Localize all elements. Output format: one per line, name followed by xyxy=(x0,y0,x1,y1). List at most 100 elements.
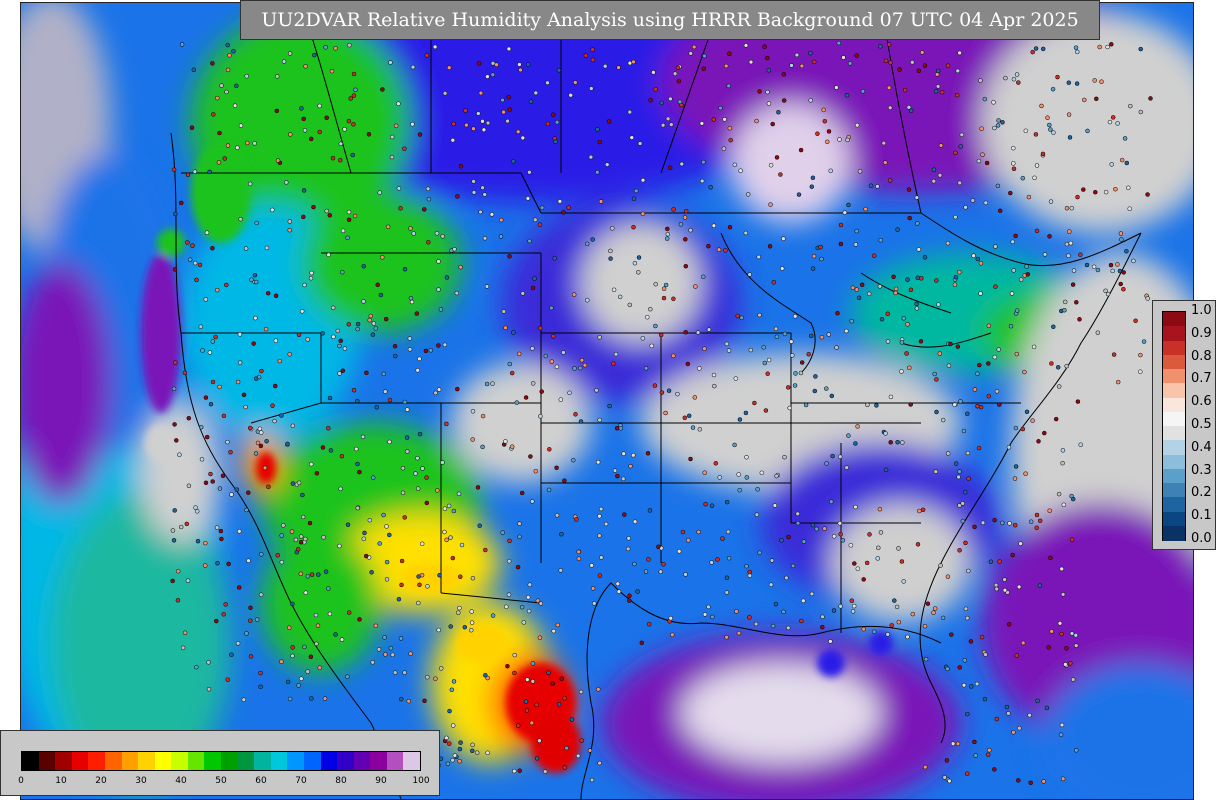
station-dot xyxy=(538,325,543,331)
station-dot xyxy=(997,559,1002,564)
station-dot xyxy=(796,192,802,197)
station-dot xyxy=(910,611,916,617)
station-dot xyxy=(1036,439,1041,444)
station-dot xyxy=(692,395,698,400)
station-dot xyxy=(886,42,892,47)
station-dot xyxy=(480,119,485,124)
station-dot xyxy=(631,59,636,65)
station-dot xyxy=(219,536,224,542)
station-dot xyxy=(754,512,760,517)
station-dot xyxy=(221,413,227,419)
station-dot xyxy=(878,530,884,535)
station-dot xyxy=(301,116,306,122)
station-dot xyxy=(185,578,191,583)
station-dot xyxy=(253,315,258,321)
station-dot xyxy=(727,224,733,230)
station-dot xyxy=(756,254,761,260)
station-dot xyxy=(666,388,672,393)
station-dot xyxy=(725,529,731,535)
station-dot xyxy=(781,236,786,241)
station-dot xyxy=(640,177,646,183)
station-dot xyxy=(861,577,866,582)
innovation-colorbar-segment xyxy=(1163,326,1185,342)
station-dot xyxy=(966,568,971,574)
station-dot xyxy=(616,589,622,594)
station-dot xyxy=(549,305,554,311)
station-dot xyxy=(173,360,178,365)
station-dot xyxy=(716,247,722,252)
station-dot xyxy=(1138,369,1143,374)
station-dot xyxy=(384,577,390,582)
station-dot xyxy=(722,117,727,122)
station-dot xyxy=(1053,416,1059,422)
station-dot xyxy=(287,219,293,224)
station-dot xyxy=(799,63,805,69)
station-dot xyxy=(436,343,441,348)
station-dot xyxy=(253,451,259,456)
station-dot xyxy=(298,571,304,577)
station-dot xyxy=(259,368,264,374)
station-dot xyxy=(848,543,854,548)
station-dot xyxy=(724,590,730,595)
station-dot xyxy=(475,485,481,490)
station-dot xyxy=(415,486,421,491)
station-dot xyxy=(934,409,939,415)
station-dot xyxy=(901,316,907,321)
station-dot xyxy=(448,535,453,540)
station-dot xyxy=(647,508,653,513)
station-dot xyxy=(597,513,602,519)
station-dot xyxy=(671,296,676,302)
station-dot xyxy=(303,590,309,595)
station-dot xyxy=(980,520,986,526)
rh-colorbar-segment xyxy=(303,752,321,770)
station-dot xyxy=(400,465,406,471)
station-dot xyxy=(957,548,962,553)
innovation-colorbar-segment xyxy=(1163,440,1185,456)
station-dot xyxy=(711,223,717,228)
station-dot xyxy=(660,122,666,128)
station-dot xyxy=(489,212,495,217)
station-dot xyxy=(899,340,905,345)
station-dot xyxy=(1011,268,1016,273)
station-dot xyxy=(733,376,739,381)
station-dot xyxy=(573,80,578,85)
station-dot xyxy=(308,136,314,142)
station-dot xyxy=(1138,46,1143,52)
station-dot xyxy=(831,534,837,539)
station-dot xyxy=(837,454,843,459)
station-dot xyxy=(661,286,667,291)
map-canvas xyxy=(21,3,1193,799)
station-dot xyxy=(748,59,754,65)
station-dot xyxy=(1121,286,1126,292)
station-dot xyxy=(339,453,345,459)
station-dot xyxy=(846,433,851,438)
station-dot xyxy=(1045,115,1050,120)
station-dot xyxy=(456,491,462,497)
station-dot xyxy=(739,315,744,321)
station-dot xyxy=(809,184,815,189)
station-dot xyxy=(1138,352,1143,358)
innovation-colorbar-segment xyxy=(1163,426,1185,441)
station-dot xyxy=(595,459,601,465)
station-dot xyxy=(669,122,674,127)
station-dot xyxy=(346,217,352,223)
station-dot xyxy=(961,428,967,434)
station-dot xyxy=(1075,399,1081,404)
station-dot xyxy=(180,645,186,651)
station-dot xyxy=(938,143,944,148)
station-dot xyxy=(470,742,475,748)
station-dot xyxy=(997,402,1002,407)
station-dot xyxy=(398,636,404,641)
station-dot xyxy=(854,228,859,234)
station-dot xyxy=(1033,132,1039,137)
station-dot xyxy=(703,501,708,507)
station-dot xyxy=(1020,426,1026,432)
station-dot xyxy=(392,343,398,349)
station-dot xyxy=(1031,344,1037,350)
station-dot xyxy=(963,540,968,546)
station-dot xyxy=(438,666,444,671)
station-dot xyxy=(1023,128,1029,134)
station-dot xyxy=(307,520,313,526)
station-dot xyxy=(589,563,594,568)
station-dot xyxy=(815,131,820,136)
